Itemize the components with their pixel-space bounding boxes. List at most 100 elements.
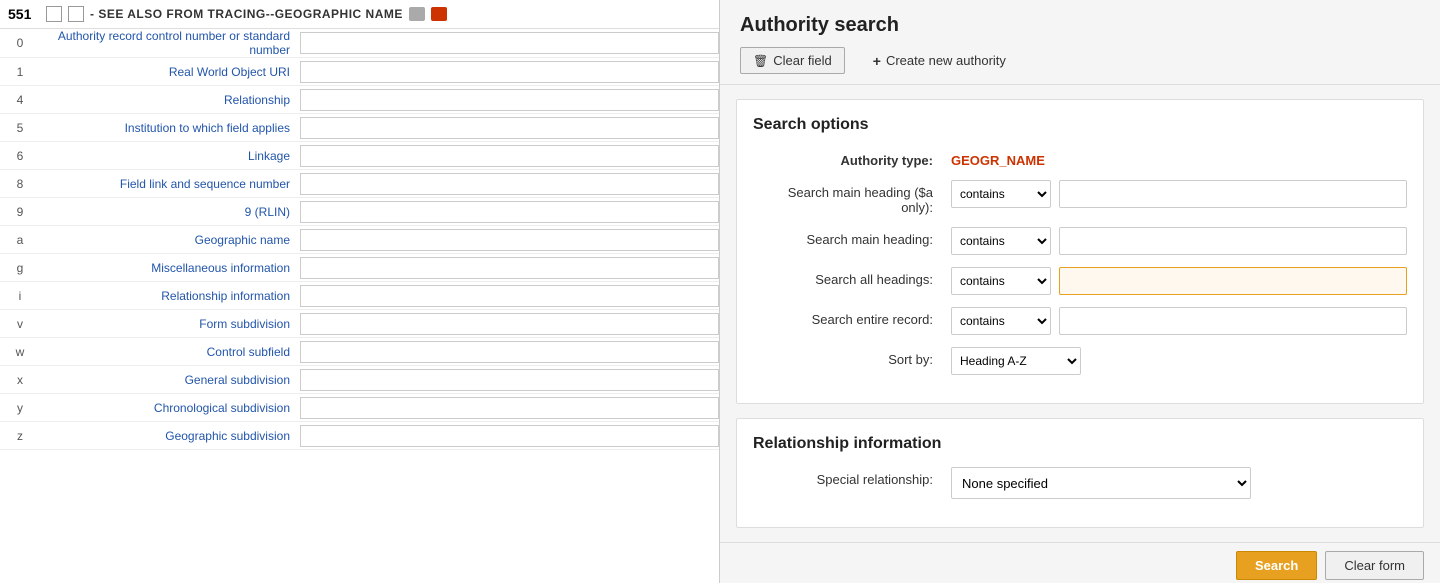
sort-by-label: Sort by: bbox=[753, 347, 943, 367]
search-entire-record-label: Search entire record: bbox=[753, 307, 943, 327]
subfield-index: a bbox=[0, 233, 40, 247]
table-row: 4Relationship bbox=[0, 86, 719, 114]
authority-type-value: GEOGR_NAME bbox=[951, 148, 1045, 168]
table-row: 0Authority record control number or stan… bbox=[0, 29, 719, 58]
subfield-index: y bbox=[0, 401, 40, 415]
clear-form-button[interactable]: Clear form bbox=[1325, 551, 1424, 580]
subfield-label: Chronological subdivision bbox=[40, 401, 300, 415]
subfield-label: Geographic subdivision bbox=[40, 429, 300, 443]
right-panel: Authority search Clear field Create new … bbox=[720, 0, 1440, 583]
relationship-info-title: Relationship information bbox=[753, 435, 1407, 453]
table-row: 8Field link and sequence number bbox=[0, 170, 719, 198]
subfield-label: Linkage bbox=[40, 149, 300, 163]
panel-title: Authority search bbox=[740, 14, 1420, 37]
subfield-label: Relationship information bbox=[40, 289, 300, 303]
search-main-heading-select[interactable]: contains starts with exact bbox=[951, 227, 1051, 255]
subfield-input[interactable] bbox=[300, 201, 719, 223]
search-main-heading-sa-label: Search main heading ($a only): bbox=[753, 180, 943, 215]
subfield-input[interactable] bbox=[300, 369, 719, 391]
search-all-headings-select[interactable]: contains starts with exact bbox=[951, 267, 1051, 295]
trash-icon bbox=[753, 53, 768, 68]
relationship-info-section: Relationship information Special relatio… bbox=[736, 418, 1424, 528]
subfield-input[interactable] bbox=[300, 341, 719, 363]
header-actions: Clear field Create new authority bbox=[740, 47, 1420, 74]
subfield-label: Miscellaneous information bbox=[40, 261, 300, 275]
subfield-index: 4 bbox=[0, 93, 40, 107]
authority-type-row: Authority type: GEOGR_NAME bbox=[753, 148, 1407, 168]
search-options-section: Search options Authority type: GEOGR_NAM… bbox=[736, 99, 1424, 404]
table-row: 6Linkage bbox=[0, 142, 719, 170]
search-entire-record-input[interactable] bbox=[1059, 307, 1407, 335]
subfield-input[interactable] bbox=[300, 425, 719, 447]
subfield-input[interactable] bbox=[300, 257, 719, 279]
subfield-input[interactable] bbox=[300, 89, 719, 111]
subfield-label: Relationship bbox=[40, 93, 300, 107]
field-link-icon[interactable] bbox=[409, 7, 425, 21]
search-entire-record-select[interactable]: contains starts with exact bbox=[951, 307, 1051, 335]
search-main-heading-row: Search main heading: contains starts wit… bbox=[753, 227, 1407, 255]
subfield-input[interactable] bbox=[300, 229, 719, 251]
subfield-input[interactable] bbox=[300, 397, 719, 419]
subfield-label: Authority record control number or stand… bbox=[40, 29, 300, 57]
subfield-label: Institution to which field applies bbox=[40, 121, 300, 135]
field-checkbox-1[interactable] bbox=[46, 6, 62, 22]
search-main-heading-input[interactable] bbox=[1059, 227, 1407, 255]
field-checkbox-2[interactable] bbox=[68, 6, 84, 22]
subfield-index: 1 bbox=[0, 65, 40, 79]
table-row: wControl subfield bbox=[0, 338, 719, 366]
search-all-headings-input[interactable] bbox=[1059, 267, 1407, 295]
subfield-index: x bbox=[0, 373, 40, 387]
subfield-label: General subdivision bbox=[40, 373, 300, 387]
table-row: vForm subdivision bbox=[0, 310, 719, 338]
subfields-list: 0Authority record control number or stan… bbox=[0, 29, 719, 450]
create-new-label: Create new authority bbox=[886, 53, 1006, 68]
field-title: - SEE ALSO FROM TRACING--GEOGRAPHIC NAME bbox=[90, 7, 403, 21]
special-relationship-row: Special relationship: None specified Ear… bbox=[753, 467, 1407, 499]
bottom-action-bar: Search Clear form bbox=[720, 542, 1440, 583]
search-entire-record-row: Search entire record: contains starts wi… bbox=[753, 307, 1407, 335]
subfield-index: 0 bbox=[0, 36, 40, 50]
subfield-label: Field link and sequence number bbox=[40, 177, 300, 191]
table-row: xGeneral subdivision bbox=[0, 366, 719, 394]
field-header: 551 - SEE ALSO FROM TRACING--GEOGRAPHIC … bbox=[0, 0, 719, 29]
subfield-index: w bbox=[0, 345, 40, 359]
sort-by-select[interactable]: Heading A-Z Heading Z-A Relevance bbox=[951, 347, 1081, 375]
subfield-index: 9 bbox=[0, 205, 40, 219]
subfield-label: Real World Object URI bbox=[40, 65, 300, 79]
subfield-input[interactable] bbox=[300, 285, 719, 307]
subfield-input[interactable] bbox=[300, 145, 719, 167]
table-row: zGeographic subdivision bbox=[0, 422, 719, 450]
create-new-authority-button[interactable]: Create new authority bbox=[861, 48, 1018, 74]
search-main-heading-sa-row: Search main heading ($a only): contains … bbox=[753, 180, 1407, 215]
search-main-heading-sa-input[interactable] bbox=[1059, 180, 1407, 208]
special-relationship-select[interactable]: None specified Earlier heading Later hea… bbox=[951, 467, 1251, 499]
search-main-heading-label: Search main heading: bbox=[753, 227, 943, 247]
clear-field-button[interactable]: Clear field bbox=[740, 47, 845, 74]
clear-field-label: Clear field bbox=[773, 53, 832, 68]
subfield-label: Geographic name bbox=[40, 233, 300, 247]
table-row: yChronological subdivision bbox=[0, 394, 719, 422]
sort-by-row: Sort by: Heading A-Z Heading Z-A Relevan… bbox=[753, 347, 1407, 375]
subfield-index: g bbox=[0, 261, 40, 275]
search-button[interactable]: Search bbox=[1236, 551, 1317, 580]
subfield-index: 8 bbox=[0, 177, 40, 191]
subfield-input[interactable] bbox=[300, 173, 719, 195]
plus-icon bbox=[873, 53, 881, 69]
subfield-input[interactable] bbox=[300, 32, 719, 54]
subfield-input[interactable] bbox=[300, 61, 719, 83]
right-header: Authority search Clear field Create new … bbox=[720, 0, 1440, 85]
subfield-input[interactable] bbox=[300, 117, 719, 139]
subfield-index: v bbox=[0, 317, 40, 331]
subfield-label: Control subfield bbox=[40, 345, 300, 359]
field-delete-icon[interactable] bbox=[431, 7, 447, 21]
search-all-headings-row: Search all headings: contains starts wit… bbox=[753, 267, 1407, 295]
subfield-input[interactable] bbox=[300, 313, 719, 335]
subfield-index: 6 bbox=[0, 149, 40, 163]
table-row: aGeographic name bbox=[0, 226, 719, 254]
table-row: 5Institution to which field applies bbox=[0, 114, 719, 142]
search-options-title: Search options bbox=[753, 116, 1407, 134]
search-main-heading-sa-select[interactable]: contains starts with exact bbox=[951, 180, 1051, 208]
subfield-index: z bbox=[0, 429, 40, 443]
table-row: gMiscellaneous information bbox=[0, 254, 719, 282]
table-row: 1Real World Object URI bbox=[0, 58, 719, 86]
